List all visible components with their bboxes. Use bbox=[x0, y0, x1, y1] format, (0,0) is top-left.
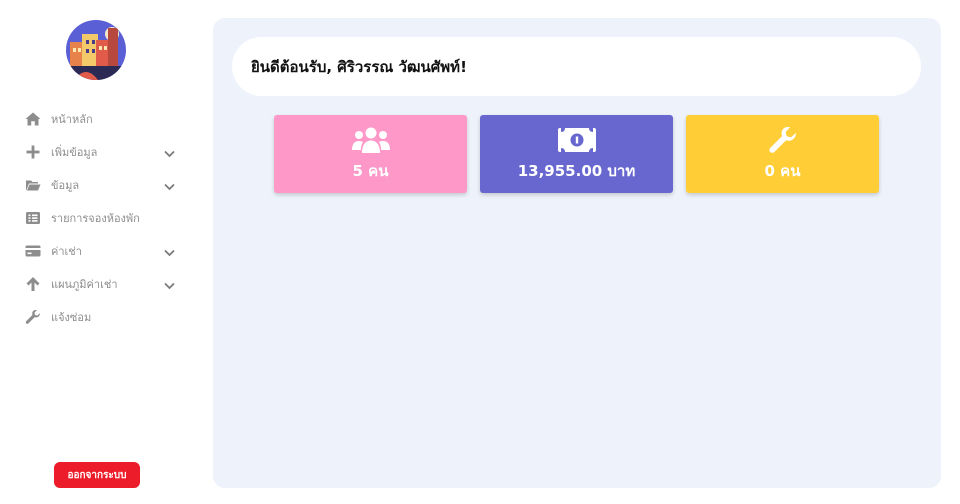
chevron-down-icon[interactable] bbox=[163, 145, 176, 158]
revenue-amount: 13,955.00 บาท bbox=[517, 162, 636, 180]
sidebar-item-label: เพิ่มข้อมูล bbox=[51, 145, 98, 159]
sidebar-item-label: รายการจองห้องพัก bbox=[51, 211, 140, 225]
building-logo-icon[interactable] bbox=[66, 20, 126, 80]
sidebar-nav: หน้าหลัก เพิ่มข้อมูล ข้อมูล รายการจองห้อ… bbox=[0, 102, 200, 333]
home-icon bbox=[24, 110, 42, 128]
wrench-icon bbox=[24, 308, 42, 326]
money-bill-icon bbox=[557, 125, 597, 155]
sidebar-item-label: ข้อมูล bbox=[51, 178, 80, 192]
users-icon bbox=[351, 125, 391, 155]
sidebar: หน้าหลัก เพิ่มข้อมูล ข้อมูล รายการจองห้อ… bbox=[0, 0, 200, 504]
plus-icon bbox=[24, 143, 42, 161]
sidebar-item-rent-chart[interactable]: แผนภูมิค่าเช่า bbox=[0, 267, 200, 300]
chevron-down-icon[interactable] bbox=[163, 244, 176, 257]
app-root: หน้าหลัก เพิ่มข้อมูล ข้อมูล รายการจองห้อ… bbox=[0, 0, 960, 504]
folder-icon bbox=[24, 176, 42, 194]
sidebar-item-data[interactable]: ข้อมูล bbox=[0, 168, 200, 201]
chevron-down-icon[interactable] bbox=[163, 277, 176, 290]
welcome-text: ยินดีต้อนรับ, ศิริวรรณ วัฒนศัพท์! bbox=[251, 57, 467, 76]
sidebar-item-label: แจ้งซ่อม bbox=[51, 310, 92, 324]
list-icon bbox=[24, 209, 42, 227]
arrow-up-icon bbox=[24, 275, 42, 293]
main-content: ยินดีต้อนรับ, ศิริวรรณ วัฒนศัพท์! 5 คน 1… bbox=[213, 18, 941, 488]
repairs-card[interactable]: 0 คน bbox=[686, 115, 879, 193]
logout-button[interactable]: ออกจากระบบ bbox=[54, 462, 140, 488]
chevron-down-icon[interactable] bbox=[163, 178, 176, 191]
sidebar-item-rent[interactable]: ค่าเช่า bbox=[0, 234, 200, 267]
sidebar-item-label: หน้าหลัก bbox=[51, 112, 93, 126]
repairs-count: 0 คน bbox=[764, 162, 801, 180]
sidebar-item-add-data[interactable]: เพิ่มข้อมูล bbox=[0, 135, 200, 168]
revenue-card[interactable]: 13,955.00 บาท bbox=[480, 115, 673, 193]
sidebar-item-label: ค่าเช่า bbox=[51, 244, 82, 258]
tenants-card[interactable]: 5 คน bbox=[274, 115, 467, 193]
tenants-count: 5 คน bbox=[352, 162, 389, 180]
welcome-banner: ยินดีต้อนรับ, ศิริวรรณ วัฒนศัพท์! bbox=[232, 37, 921, 96]
sidebar-item-label: แผนภูมิค่าเช่า bbox=[51, 277, 118, 291]
wrench-icon bbox=[766, 125, 800, 155]
sidebar-item-bookings[interactable]: รายการจองห้องพัก bbox=[0, 201, 200, 234]
credit-card-icon bbox=[24, 242, 42, 260]
sidebar-item-home[interactable]: หน้าหลัก bbox=[0, 102, 200, 135]
sidebar-item-repair[interactable]: แจ้งซ่อม bbox=[0, 300, 200, 333]
